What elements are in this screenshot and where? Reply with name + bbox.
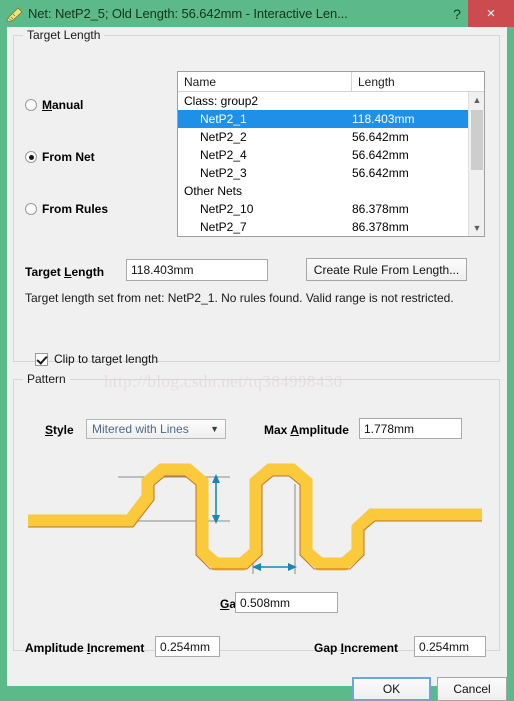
list-item[interactable]: Class: group2 — [178, 92, 468, 110]
ruler-pencil-icon — [6, 6, 24, 22]
list-item[interactable]: NetP2_4 56.642mm — [178, 146, 468, 164]
list-item-length: 118.403mm — [352, 112, 415, 126]
scrollbar-thumb[interactable] — [471, 110, 483, 170]
column-header-length[interactable]: Length — [352, 72, 484, 91]
gap-input[interactable]: 0.508mm — [235, 592, 338, 613]
target-length-group-title: Target Length — [23, 28, 105, 42]
pattern-group-title: Pattern — [23, 372, 70, 386]
clip-to-target-length-label: Clip to target length — [54, 352, 159, 366]
amplitude-increment-input[interactable]: 0.254mm — [155, 636, 220, 657]
list-item[interactable]: NetP2_1 118.403mm — [178, 110, 468, 128]
dialog-window: Net: NetP2_5; Old Length: 56.642mm - Int… — [0, 0, 514, 701]
radio-from-rules[interactable]: From Rules — [25, 202, 108, 216]
info-text: Target length set from net: NetP2_1. No … — [25, 291, 454, 305]
net-list-scrollbar[interactable]: ▲ ▼ — [468, 92, 484, 236]
create-rule-button[interactable]: Create Rule From Length... — [306, 258, 467, 281]
clip-to-target-length-checkbox[interactable]: Clip to target length — [35, 352, 158, 366]
radio-manual-indicator[interactable] — [25, 99, 37, 111]
list-item-name: NetP2_4 — [200, 148, 247, 162]
radio-from-rules-indicator[interactable] — [25, 203, 37, 215]
target-length-label: Target Length — [25, 265, 105, 279]
checkbox-indicator[interactable] — [35, 352, 48, 366]
radio-manual-label: Manual — [42, 98, 84, 112]
net-list-header: Name Length — [178, 72, 484, 92]
radio-manual[interactable]: Manual — [25, 98, 83, 112]
style-label: Style — [45, 423, 74, 437]
titlebar[interactable]: Net: NetP2_5; Old Length: 56.642mm - Int… — [0, 0, 514, 27]
close-icon[interactable]: × — [468, 0, 514, 27]
net-list-body: Class: group2 NetP2_1 118.403mm NetP2_2 … — [178, 92, 468, 236]
max-amplitude-label: Max Amplitude — [264, 423, 349, 437]
gap-increment-label: Gap Increment — [314, 641, 399, 655]
help-button[interactable]: ? — [446, 0, 468, 27]
list-item-name: NetP2_3 — [200, 166, 247, 180]
ok-button[interactable]: OK — [352, 677, 431, 701]
list-item[interactable]: NetP2_7 86.378mm — [178, 218, 468, 236]
list-item-name: Class: group2 — [184, 94, 259, 108]
list-item[interactable]: NetP2_2 56.642mm — [178, 128, 468, 146]
net-list[interactable]: Name Length Class: group2 NetP2_1 118.40… — [177, 71, 485, 237]
chevron-down-icon[interactable]: ▼ — [469, 220, 484, 236]
list-item-name: NetP2_10 — [200, 202, 254, 216]
radio-from-net-indicator[interactable] — [25, 151, 37, 163]
list-item-name: NetP2_1 — [200, 112, 247, 126]
radio-from-net[interactable]: From Net — [25, 150, 95, 164]
list-item[interactable]: NetP2_3 56.642mm — [178, 164, 468, 182]
list-item-length: 86.378mm — [352, 202, 409, 216]
amplitude-increment-label: Amplitude Increment — [25, 641, 145, 655]
gap-increment-input[interactable]: 0.254mm — [414, 636, 486, 657]
column-header-name[interactable]: Name — [178, 72, 352, 91]
list-item-name: Other Nets — [184, 184, 243, 198]
list-item-length: 56.642mm — [352, 166, 409, 180]
list-item-name: NetP2_7 — [200, 220, 247, 234]
style-dropdown[interactable]: Mitered with Lines ▼ — [86, 419, 226, 439]
list-item[interactable]: Other Nets — [178, 182, 468, 200]
chevron-down-icon: ▼ — [210, 424, 219, 434]
target-length-input[interactable]: 118.403mm — [126, 259, 268, 281]
cancel-button[interactable]: Cancel — [437, 677, 507, 701]
list-item-length: 56.642mm — [352, 130, 409, 144]
max-amplitude-input[interactable]: 1.778mm — [359, 418, 462, 439]
serpentine-pattern-diagram — [20, 452, 490, 580]
list-item-name: NetP2_2 — [200, 130, 247, 144]
radio-from-rules-label: From Rules — [42, 202, 109, 216]
list-item-length: 86.378mm — [352, 220, 409, 234]
list-item-length: 56.642mm — [352, 148, 409, 162]
style-dropdown-value: Mitered with Lines — [92, 422, 189, 436]
radio-from-net-label: From Net — [42, 150, 95, 164]
dialog-body: Target Length Manual From Net From Rules… — [7, 27, 507, 701]
chevron-up-icon[interactable]: ▲ — [469, 92, 484, 108]
list-item[interactable]: NetP2_10 86.378mm — [178, 200, 468, 218]
window-title: Net: NetP2_5; Old Length: 56.642mm - Int… — [28, 6, 348, 21]
